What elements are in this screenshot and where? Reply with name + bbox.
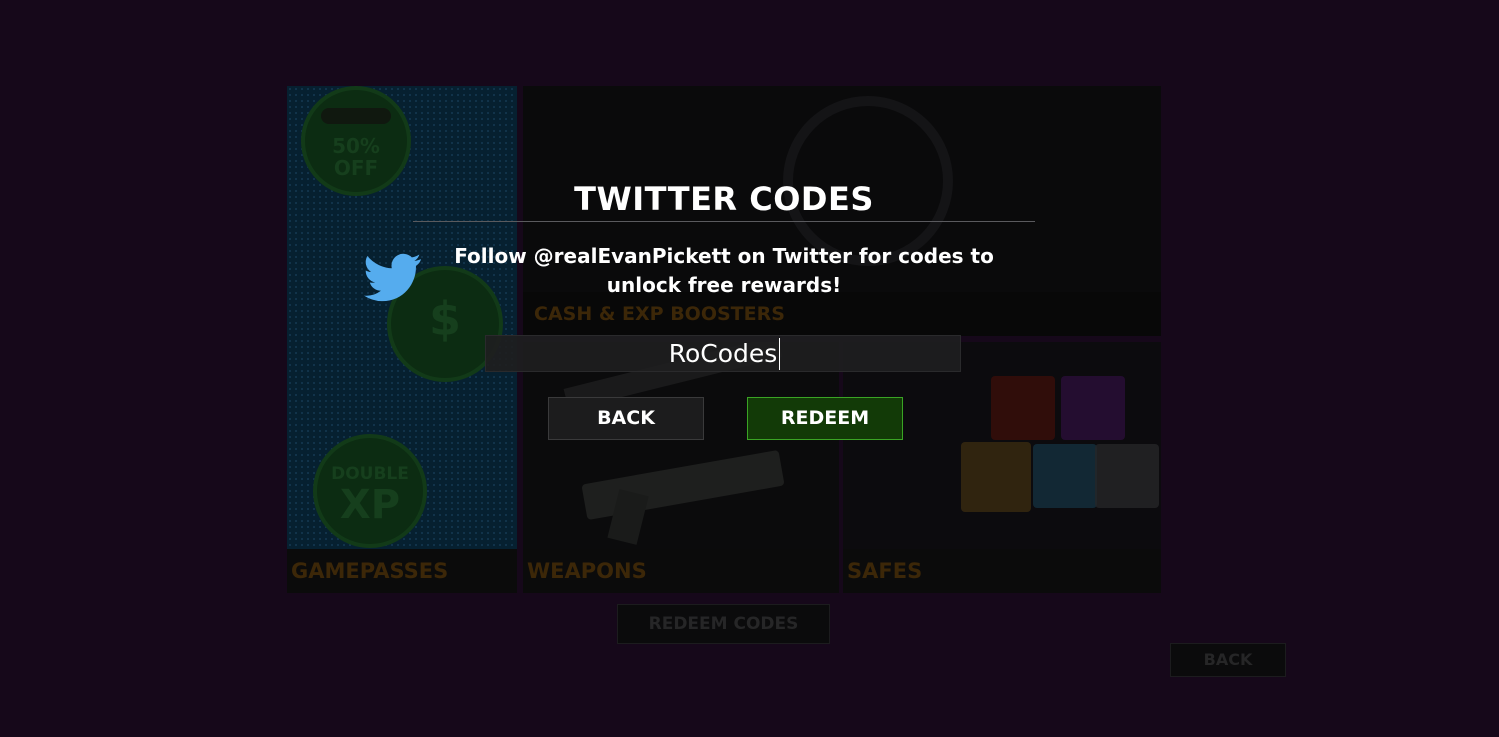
- weapons-label: WEAPONS: [527, 559, 647, 583]
- weapons-label-bar: WEAPONS: [523, 549, 839, 593]
- grey-safe-icon: [1095, 444, 1159, 508]
- redeem-button[interactable]: REDEEM: [747, 397, 903, 440]
- twitter-codes-dialog: TWITTER CODES Follow @realEvanPickett on…: [413, 170, 1035, 460]
- badge-double: DOUBLE: [331, 464, 409, 484]
- badge-percent: 50%: [332, 134, 380, 158]
- blue-safe-icon: [1033, 444, 1097, 508]
- safes-label: SAFES: [847, 559, 923, 583]
- shop-back-button[interactable]: BACK: [1170, 643, 1286, 677]
- back-button[interactable]: BACK: [548, 397, 704, 440]
- fifty-off-badge-icon: 50% OFF: [301, 86, 411, 196]
- sunglasses-icon: [321, 108, 391, 124]
- badge-off: OFF: [333, 156, 379, 180]
- gamepasses-label-bar: GAMEPASSES: [287, 549, 517, 593]
- code-input[interactable]: [485, 335, 961, 372]
- purple-safe-icon: [1061, 376, 1125, 440]
- title-divider: [413, 221, 1035, 222]
- dialog-title: TWITTER CODES: [574, 180, 874, 218]
- safes-label-bar: SAFES: [843, 549, 1161, 593]
- badge-xp: XP: [339, 482, 401, 528]
- twitter-bird-icon: [364, 253, 422, 302]
- double-xp-badge-icon: DOUBLE XP: [313, 434, 427, 548]
- shotgun-icon: [581, 449, 785, 521]
- text-caret: [779, 338, 780, 370]
- redeem-codes-button[interactable]: REDEEM CODES: [617, 604, 830, 644]
- dialog-message: Follow @realEvanPickett on Twitter for c…: [454, 244, 994, 297]
- gamepasses-label: GAMEPASSES: [291, 559, 449, 583]
